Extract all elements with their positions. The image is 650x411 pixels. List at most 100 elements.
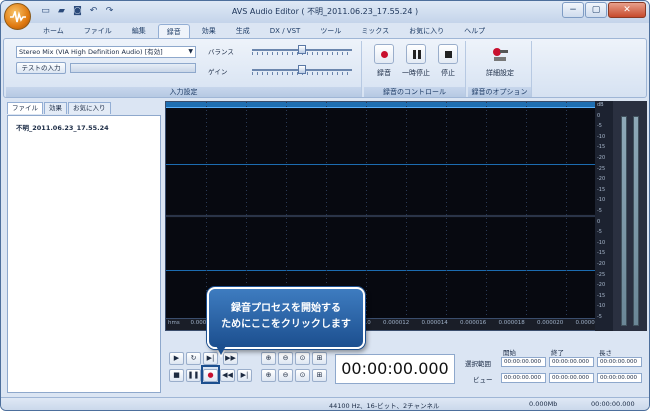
callout-line-1: 録音プロセスを開始する: [231, 303, 341, 314]
loop-button[interactable]: ↻: [186, 352, 201, 365]
db-tick-label: -5: [597, 123, 602, 130]
db-tick-label: -10: [597, 133, 606, 140]
view-label: ビュー: [473, 376, 493, 384]
db-tick-label: -20: [597, 261, 606, 267]
tab-file[interactable]: ファイル: [76, 24, 120, 38]
record-controls-group: 録音 一時停止 停止 録音のコントロール: [364, 41, 466, 97]
gain-slider[interactable]: [252, 65, 352, 75]
timecode-display: 00:00:00.000: [335, 354, 455, 384]
zoom-selection-button[interactable]: ⊙: [295, 352, 310, 365]
grid-line: [526, 102, 527, 330]
balance-slider[interactable]: [252, 45, 352, 55]
input-device-select[interactable]: Stereo Mix (VIA High Definition Audio) […: [16, 46, 196, 58]
view-length-field[interactable]: 00:00:00.000: [597, 373, 642, 383]
title-bar: ▭ ▰ ◙ ↶ ↷ AVS Audio Editor ( 不明_2011.06.…: [1, 1, 649, 23]
go-to-end-button[interactable]: ▶|: [237, 369, 252, 382]
db-tick-label: -5: [597, 314, 602, 320]
stop-button[interactable]: 停止: [430, 44, 466, 84]
audio-format: 44100 Hz、16-ビット、2チャンネル: [329, 402, 440, 410]
overview-bar[interactable]: [166, 102, 612, 108]
db-tick-label: -15: [597, 292, 606, 299]
tab-mix[interactable]: ミックス: [353, 24, 397, 38]
tab-edit[interactable]: 編集: [124, 24, 154, 38]
callout-line-2: ためにここをクリックします: [221, 319, 351, 330]
zoom-out-vertical-button[interactable]: ⊖: [278, 369, 293, 382]
view-start-field[interactable]: 00:00:00.000: [501, 373, 546, 383]
transport-panel: ▶ ↻ ▶| ▶▶ ■ ❚❚ ● ◀◀ ▶| ⊕ ⊖ ⊙ ⊞ ⊕ ⊖ ⊙ ⊞ 0…: [165, 346, 647, 394]
channel-divider: [166, 215, 612, 217]
list-item[interactable]: 不明_2011.06.23_17.55.24: [16, 122, 109, 132]
zoom-in-vertical-button[interactable]: ⊕: [261, 369, 276, 382]
grid-line: [406, 102, 407, 330]
db-scale: dB 0 -5 -10 -15 -20 -25 -20 -15 -10 -5 0 -5 -10 -15 -20…: [595, 101, 613, 331]
zoom-full-button[interactable]: ⊞: [312, 352, 327, 365]
input-level-meter: [70, 63, 196, 73]
db-tick-label: 0: [597, 218, 601, 225]
record-options-group: 詳細設定 録音のオプション: [468, 41, 532, 97]
file-list: 不明_2011.06.23_17.55.24: [7, 115, 161, 393]
db-tick-label: -15: [597, 186, 606, 193]
tab-favorites[interactable]: お気に入り: [401, 24, 452, 38]
window-controls: − ▢ ✕: [562, 2, 646, 18]
db-tick-label: -10: [597, 197, 606, 204]
vu-meter-right: [633, 116, 639, 326]
db-tick-label: -15: [597, 144, 606, 151]
zoom-out-horizontal-button[interactable]: ⊖: [278, 352, 293, 365]
zoom-in-horizontal-button[interactable]: ⊕: [261, 352, 276, 365]
db-tick-label: -20: [597, 282, 606, 289]
tab-files[interactable]: ファイル: [7, 102, 43, 114]
left-panel: ファイル 効果 お気に入り 不明_2011.06.23_17.55.24: [3, 100, 163, 395]
tab-panel-effects[interactable]: 効果: [44, 102, 67, 114]
file-size: 0.000Mb: [529, 400, 558, 408]
record-button-highlight: [201, 365, 220, 384]
pause-transport-button[interactable]: ❚❚: [186, 369, 201, 382]
db-tick-label: dB: [597, 102, 604, 108]
left-panel-tabs: ファイル 効果 お気に入り: [7, 102, 111, 114]
pause-button[interactable]: 一時停止: [398, 44, 434, 84]
input-settings-label: 入力設定: [6, 87, 361, 97]
tab-generate[interactable]: 生成: [228, 24, 258, 38]
gain-slider-thumb[interactable]: [298, 65, 306, 74]
selection-end-field[interactable]: 00:00:00.000: [549, 357, 594, 367]
rewind-button[interactable]: ◀◀: [220, 369, 235, 382]
maximize-button[interactable]: ▢: [585, 2, 607, 18]
view-end-field[interactable]: 00:00:00.000: [549, 373, 594, 383]
device-value: Stereo Mix (VIA High Definition Audio) […: [19, 48, 163, 56]
left-channel-centerline: [166, 164, 612, 165]
timeline-tick-label: 0.000016: [460, 320, 487, 326]
db-tick-label: -5: [597, 229, 602, 236]
balance-slider-thumb[interactable]: [298, 45, 306, 54]
db-tick-label: -10: [597, 239, 606, 246]
tab-panel-favorites[interactable]: お気に入り: [68, 102, 111, 114]
selection-info: 開始 終了 長さ 選択範囲 ビュー 00:00:00.000 00:00:00.…: [461, 346, 645, 394]
tab-help[interactable]: ヘルプ: [456, 24, 493, 38]
db-tick-label: 0: [597, 112, 601, 119]
play-button[interactable]: ▶: [169, 352, 184, 365]
status-bar: 44100 Hz、16-ビット、2チャンネル 0.000Mb 00:00:00.…: [1, 397, 649, 410]
zoom-fit-button[interactable]: ⊙: [295, 369, 310, 382]
timeline-tick-label: 0.000018: [498, 320, 525, 326]
test-input-button[interactable]: テストの入力: [16, 62, 66, 74]
stop-transport-button[interactable]: ■: [169, 369, 184, 382]
selection-length-field[interactable]: 00:00:00.000: [597, 357, 642, 367]
waveform-logo-icon: [9, 10, 26, 22]
timeline-tick-label: 0.000014: [421, 320, 448, 326]
tab-tools[interactable]: ツール: [312, 24, 349, 38]
tab-effects[interactable]: 効果: [194, 24, 224, 38]
tab-dx-vst[interactable]: DX / VST: [262, 24, 309, 38]
zoom-reset-button[interactable]: ⊞: [312, 369, 327, 382]
ribbon-tabs: ホーム ファイル 編集 録音 効果 生成 DX / VST ツール ミックス お…: [35, 24, 493, 38]
minimize-button[interactable]: −: [562, 2, 584, 18]
selection-start-field[interactable]: 00:00:00.000: [501, 357, 546, 367]
tab-home[interactable]: ホーム: [35, 24, 72, 38]
grid-line: [566, 102, 567, 330]
advanced-settings-button[interactable]: 詳細設定: [478, 44, 522, 84]
db-tick-label: -5: [597, 208, 602, 214]
record-button[interactable]: 録音: [366, 44, 402, 84]
right-channel-centerline: [166, 270, 612, 271]
close-button[interactable]: ✕: [608, 2, 646, 18]
app-menu-button[interactable]: [4, 3, 31, 30]
app-window: ▭ ▰ ◙ ↶ ↷ AVS Audio Editor ( 不明_2011.06.…: [0, 0, 650, 411]
tab-record[interactable]: 録音: [157, 24, 190, 38]
record-controls-label: 録音のコントロール: [364, 87, 465, 97]
